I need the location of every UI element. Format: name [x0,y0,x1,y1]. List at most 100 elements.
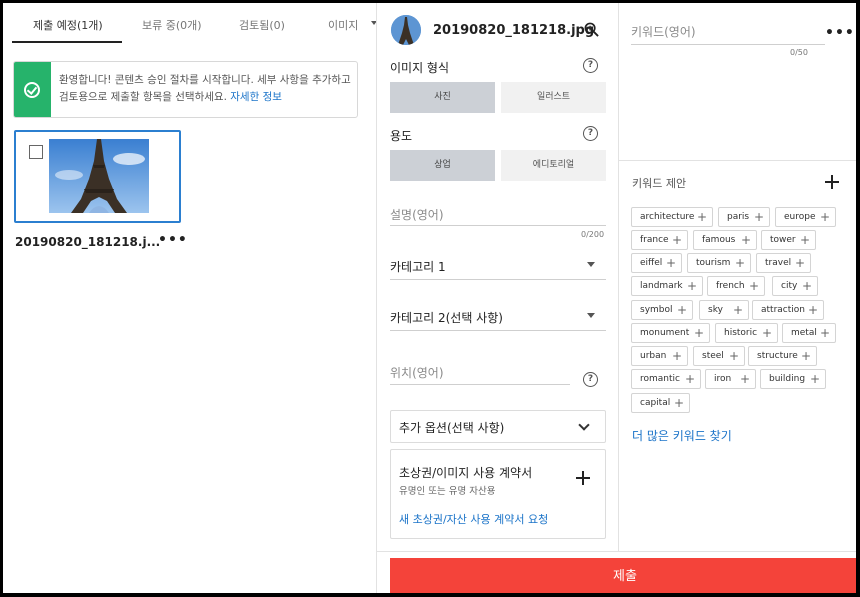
plus-icon: + [761,326,772,340]
asset-thumbnail[interactable] [49,139,149,213]
keyword-chip[interactable]: capital + [631,393,690,413]
add-release-icon[interactable] [576,471,590,485]
keyword-chip[interactable]: eiffel + [631,253,682,273]
keyword-chip[interactable]: tower + [761,230,816,250]
category1-select[interactable]: 카테고리 1 [390,253,606,280]
help-circle-icon[interactable]: ? [583,126,598,141]
keyword-chip-label: building [769,374,806,384]
keyword-chip[interactable]: landmark + [631,276,703,296]
keyword-chip[interactable]: monument + [631,323,710,343]
help-circle-icon[interactable]: ? [583,58,598,73]
keyword-chip-label: city [781,281,798,291]
keyword-chip-label: architecture [640,212,695,222]
banner-status-strip [14,62,51,117]
keyword-chip[interactable]: metal + [782,323,836,343]
chevron-down-icon[interactable] [578,419,590,431]
keyword-chip[interactable]: iron + [705,369,756,389]
keywords-panel: 키워드(영어) 0/50 ••• 키워드 제안 architecture + pa… [619,3,856,551]
keyword-chip[interactable]: europe + [775,207,836,227]
plus-icon: + [693,326,704,340]
help-circle-icon[interactable]: ? [583,372,598,387]
keyword-chip-label: attraction [761,305,805,315]
zoom-in-icon[interactable] [584,22,599,37]
keyword-chip-label: tower [770,235,796,245]
keyword-chip-label: steel [702,351,724,361]
caret-down-icon [587,262,595,267]
keyword-chip[interactable]: sky + [699,300,749,320]
request-release-link[interactable]: 새 초상권/자산 사용 계약서 요청 [399,511,548,527]
keyword-chip[interactable]: attraction + [752,300,824,320]
plus-icon: + [753,210,764,224]
image-type-photo-button[interactable]: 사진 [390,82,495,113]
keyword-chip[interactable]: famous + [693,230,757,250]
keyword-chip[interactable]: steel + [693,346,745,366]
keyword-chip[interactable]: structure + [748,346,817,366]
keyword-chip[interactable]: france + [631,230,688,250]
more-horizontal-icon[interactable]: ••• [825,25,855,41]
more-keywords-link[interactable]: 더 많은 키워드 찾기 [632,427,732,444]
keyword-counter: 0/50 [790,48,808,57]
tab-image-filter[interactable]: 이미지 [328,17,358,33]
keyword-chip[interactable]: architecture + [631,207,713,227]
keyword-chip[interactable]: city + [772,276,818,296]
image-type-selector: 사진 일러스트 [390,82,606,113]
keyword-chip-label: famous [702,235,736,245]
keyword-chip-label: iron [714,374,732,384]
keyword-chip-label: europe [784,212,816,222]
plus-icon: + [671,349,682,363]
asset-card[interactable] [14,130,181,223]
keyword-input[interactable]: 키워드(영어) [631,17,825,45]
usage-editorial-button[interactable]: 에디토리얼 [501,150,606,181]
plus-icon: + [800,349,811,363]
plus-icon: + [794,256,805,270]
keyword-chip[interactable]: symbol + [631,300,693,320]
keyword-chip[interactable]: french + [707,276,765,296]
learn-more-link[interactable]: 자세한 정보 [230,91,282,103]
asset-file-title: 20190820_181218.jpg [433,23,595,38]
submit-button[interactable]: 제출 [390,558,856,593]
banner-text: 환영합니다! 콘텐츠 승인 절차를 시작합니다. 세부 사항을 추가하고 검토용… [59,74,351,103]
keyword-chip[interactable]: urban + [631,346,688,366]
add-all-keywords-icon[interactable] [825,175,839,189]
usage-commercial-button[interactable]: 상업 [390,150,495,181]
plus-icon: + [696,210,707,224]
asset-select-checkbox[interactable] [29,145,43,159]
plus-icon: + [732,303,743,317]
more-horizontal-icon[interactable]: ••• [158,232,188,248]
category1-label: 카테고리 1 [390,260,446,274]
keyword-chip-label: landmark [640,281,683,291]
plus-icon: + [734,256,745,270]
keyword-chip[interactable]: romantic + [631,369,701,389]
keyword-chip-label: metal [791,328,817,338]
tab-to-submit[interactable]: 제출 예정(1개) [33,17,103,33]
tab-pending[interactable]: 보류 중(0개) [142,17,202,33]
plus-icon: + [686,279,697,293]
banner-message: 환영합니다! 콘텐츠 승인 절차를 시작합니다. 세부 사항을 추가하고 검토용… [59,72,352,106]
keyword-chip-label: symbol [640,305,673,315]
keyword-chip[interactable]: tourism + [687,253,751,273]
asset-file-name: 20190820_181218.j... [15,235,161,249]
check-circle-icon [24,82,40,98]
status-tabs: 제출 예정(1개) 보류 중(0개) 검토됨(0) 이미지 [12,11,377,43]
plus-icon: + [684,372,695,386]
description-field[interactable]: 설명(영어) [390,203,606,226]
description-counter: 0/200 [581,230,605,239]
plus-icon: + [739,372,750,386]
location-field[interactable]: 위치(영어) [390,361,570,385]
category2-select[interactable]: 카테고리 2(선택 사항) [390,304,606,331]
plus-icon: + [676,303,687,317]
eiffel-tower-image [49,139,149,213]
usage-selector: 상업 에디토리얼 [390,150,606,181]
keyword-chip[interactable]: historic + [715,323,778,343]
keyword-chip[interactable]: paris + [718,207,770,227]
keyword-placeholder: 키워드(영어) [631,25,696,39]
tab-reviewed[interactable]: 검토됨(0) [239,17,285,33]
keyword-chip[interactable]: travel + [756,253,811,273]
plus-icon: + [671,233,682,247]
image-type-illustration-button[interactable]: 일러스트 [501,82,606,113]
upload-list-panel: 제출 예정(1개) 보류 중(0개) 검토됨(0) 이미지 환영합니다! 콘텐츠… [3,3,377,593]
extra-options-accordion[interactable]: 추가 옵션(선택 사항) [390,410,606,443]
plus-icon: + [809,372,820,386]
category2-label: 카테고리 2(선택 사항) [390,311,503,325]
keyword-chip[interactable]: building + [760,369,826,389]
